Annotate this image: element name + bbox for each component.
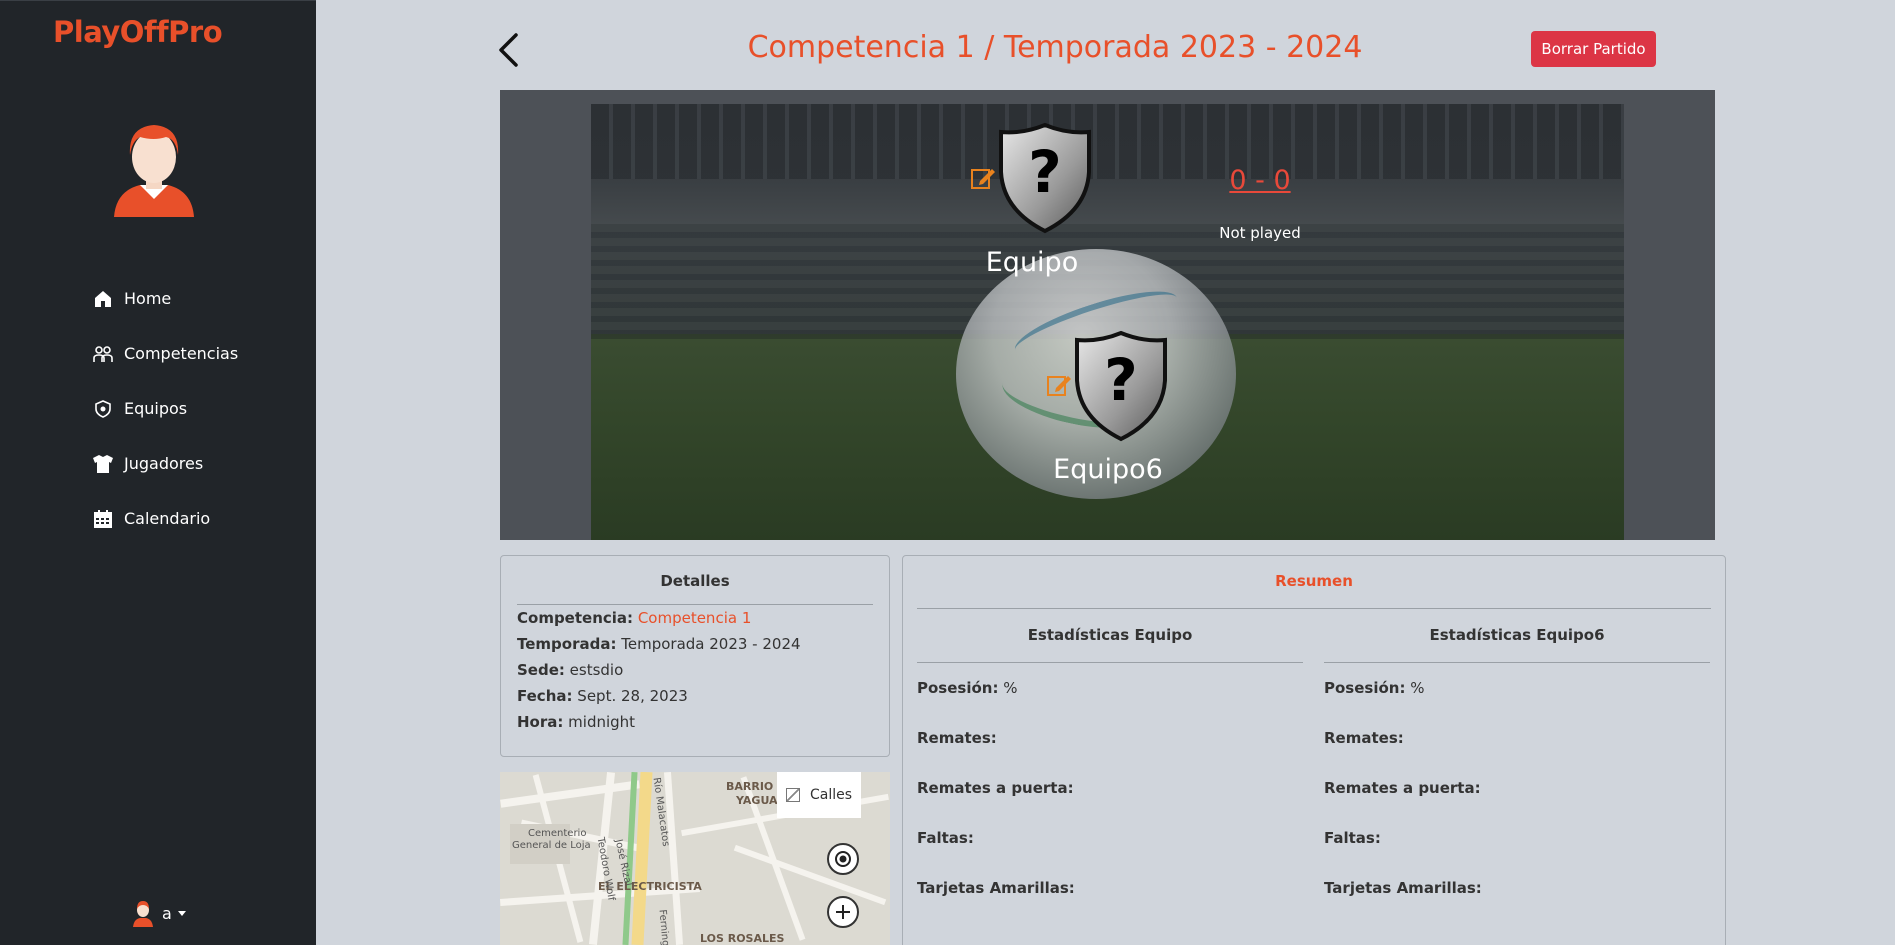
match-status: Not played xyxy=(1219,224,1301,242)
user-name: a xyxy=(162,903,172,923)
competition-link[interactable]: Competencia 1 xyxy=(638,609,752,627)
map-layer-label: Calles xyxy=(809,787,853,803)
home-team-name[interactable]: Equipo xyxy=(922,247,1142,278)
calendar-icon xyxy=(92,508,114,530)
away-stats: Estadísticas Equipo6 Posesión: % Remates… xyxy=(1324,626,1710,913)
edit-home-team-icon[interactable] xyxy=(970,165,996,191)
map-locate-button[interactable] xyxy=(827,843,859,875)
brand-logo[interactable]: PlayOffPro xyxy=(53,15,223,49)
stat-row: Tarjetas Amarillas: xyxy=(1324,879,1482,897)
stat-row: Faltas: xyxy=(917,829,974,847)
away-team-name[interactable]: Equipo6 xyxy=(998,454,1218,485)
map-label: LOS ROSALES xyxy=(700,932,785,945)
players-icon xyxy=(92,453,114,475)
stat-row: Faltas: xyxy=(1324,829,1381,847)
stat-row: Remates: xyxy=(917,729,997,747)
stat-row: Remates a puerta: xyxy=(917,779,1074,797)
detail-fecha: Fecha: Sept. 28, 2023 xyxy=(517,687,688,705)
details-title: Detalles xyxy=(517,556,873,605)
sidebar-item-equipos[interactable]: Equipos xyxy=(92,381,238,436)
delete-match-button[interactable]: Borrar Partido xyxy=(1531,31,1656,67)
small-avatar-icon xyxy=(133,901,153,927)
details-card: Detalles Competencia: Competencia 1 Temp… xyxy=(500,555,890,757)
svg-text:?: ? xyxy=(1104,346,1138,414)
map-layer-control[interactable]: Calles xyxy=(777,772,861,818)
sidebar-item-label: Home xyxy=(124,289,172,308)
teams-icon xyxy=(92,398,114,420)
map-zoom-in-button[interactable] xyxy=(827,896,859,928)
map-label: BARRIO xyxy=(726,780,774,793)
home-icon xyxy=(92,288,114,310)
stat-row: Posesión: % xyxy=(1324,679,1425,697)
locate-icon xyxy=(835,851,851,867)
svg-text:?: ? xyxy=(1028,138,1062,206)
detail-temporada: Temporada: Temporada 2023 - 2024 xyxy=(517,635,801,653)
user-menu[interactable]: a xyxy=(132,899,186,927)
plus-icon xyxy=(836,905,850,919)
sidebar-item-label: Equipos xyxy=(124,399,188,418)
home-stats-heading: Estadísticas Equipo xyxy=(917,626,1303,663)
stat-row: Posesión: % xyxy=(917,679,1018,697)
map-label: Cementerio xyxy=(528,828,587,839)
detail-hora: Hora: midnight xyxy=(517,713,636,731)
home-team-shield-icon: ? xyxy=(999,122,1091,234)
user-avatar xyxy=(114,125,194,217)
sidebar-item-calendario[interactable]: Calendario xyxy=(92,491,238,546)
summary-title: Resumen xyxy=(917,556,1711,609)
stat-row: Tarjetas Amarillas: xyxy=(917,879,1075,897)
page-title: Competencia 1 / Temporada 2023 - 2024 xyxy=(747,30,1363,65)
edit-away-team-icon[interactable] xyxy=(1046,372,1072,398)
sidebar-item-label: Calendario xyxy=(124,509,211,528)
stat-row: Remates a puerta: xyxy=(1324,779,1481,797)
sidebar-item-jugadores[interactable]: Jugadores xyxy=(92,436,238,491)
summary-card: Resumen Estadísticas Equipo Posesión: % … xyxy=(902,555,1726,945)
competitions-icon xyxy=(92,343,114,365)
layers-icon xyxy=(785,788,800,802)
map-label: General de Loja xyxy=(512,840,591,851)
home-stats: Estadísticas Equipo Posesión: % Remates:… xyxy=(917,626,1303,913)
away-stats-heading: Estadísticas Equipo6 xyxy=(1324,626,1710,663)
sidebar-nav: Home Competencias Equipos Jugadores Cale… xyxy=(92,271,238,546)
back-arrow-icon[interactable] xyxy=(494,30,522,70)
sidebar-item-competencias[interactable]: Competencias xyxy=(92,326,238,381)
sidebar: PlayOffPro Home Competencias Equipos Jug… xyxy=(0,0,316,945)
sidebar-item-label: Competencias xyxy=(124,344,239,363)
detail-sede: Sede: estsdio xyxy=(517,661,624,679)
caret-down-icon xyxy=(177,910,186,916)
match-score[interactable]: 0 - 0 xyxy=(1180,165,1340,196)
detail-competencia: Competencia: Competencia 1 xyxy=(517,609,752,627)
sidebar-item-home[interactable]: Home xyxy=(92,271,238,326)
stat-row: Remates: xyxy=(1324,729,1404,747)
away-team-shield-icon: ? xyxy=(1075,330,1167,442)
sidebar-item-label: Jugadores xyxy=(124,454,204,473)
